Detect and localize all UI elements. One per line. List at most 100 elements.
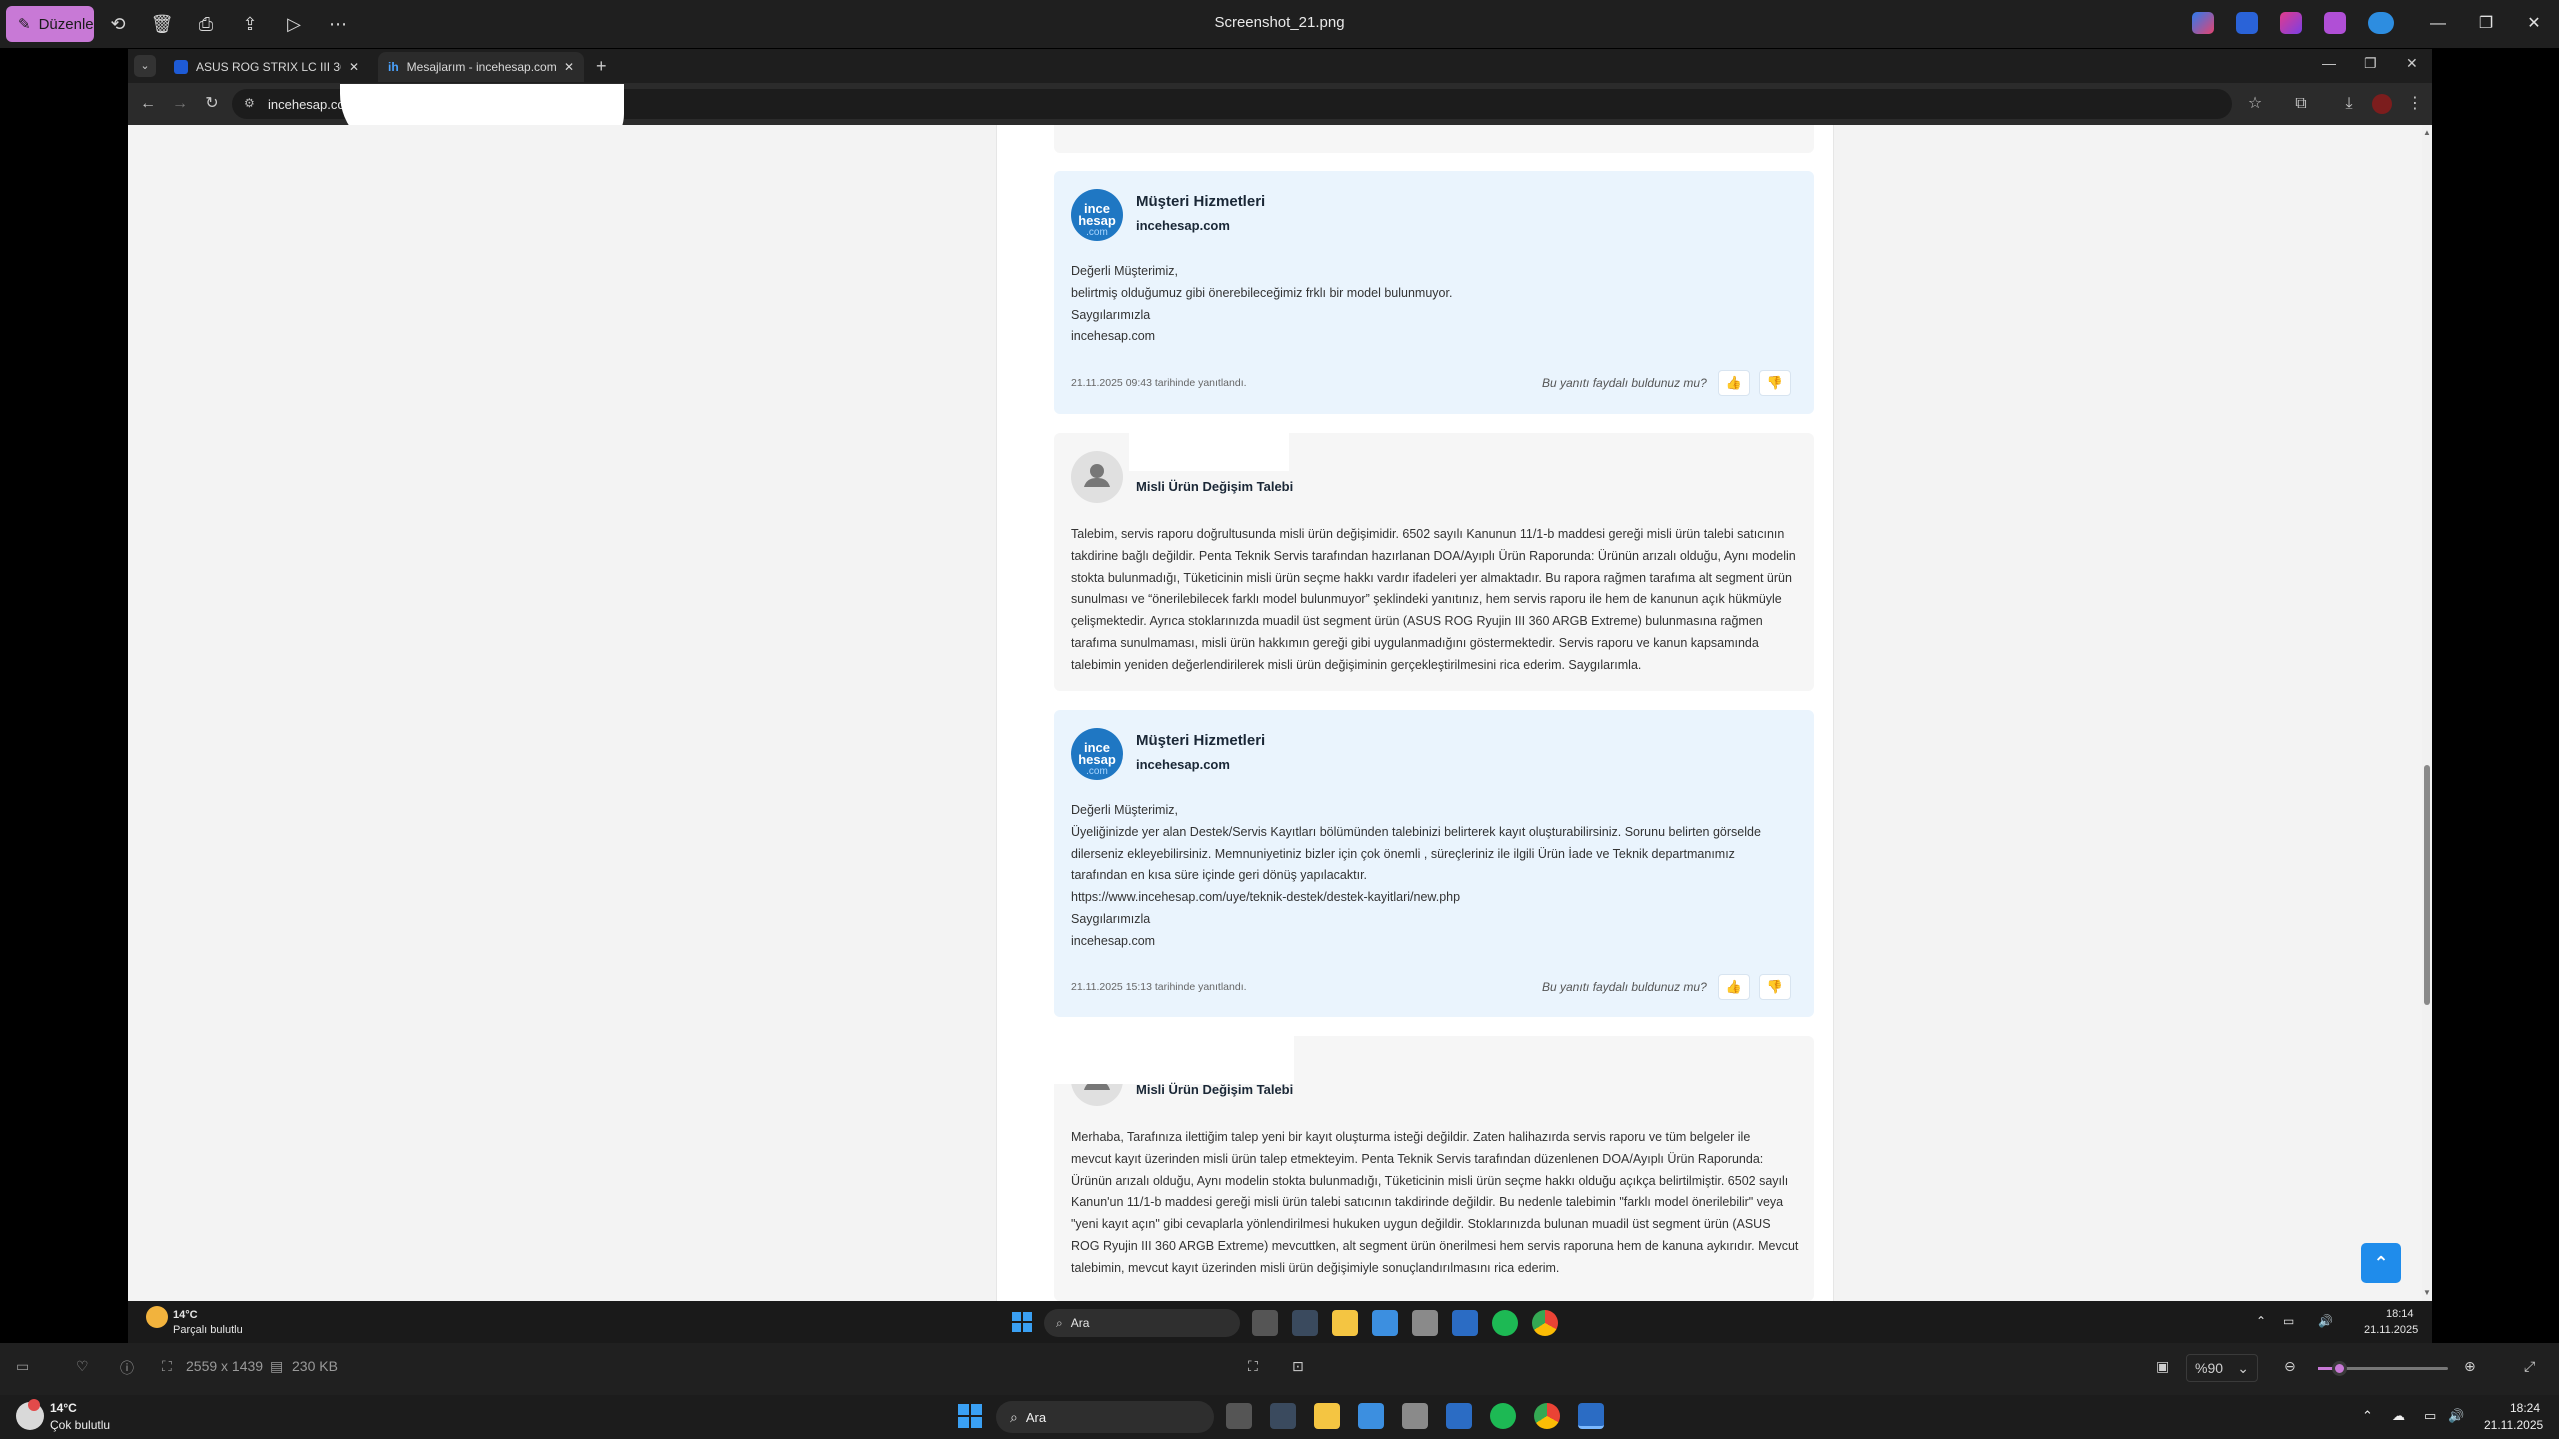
close-icon[interactable]: ✕ xyxy=(2522,12,2546,36)
tab-close-icon[interactable]: ✕ xyxy=(564,60,574,74)
file-explorer-icon[interactable] xyxy=(1314,1403,1340,1429)
photos-icon[interactable] xyxy=(1446,1403,1472,1429)
search-box[interactable]: ⌕ Ara xyxy=(996,1401,1214,1433)
volume-icon[interactable]: 🔊 xyxy=(2448,1408,2464,1424)
new-tab-icon[interactable]: + xyxy=(596,56,607,77)
helpful-question: Bu yanıtı faydalı buldunuz mu? xyxy=(1542,980,1707,994)
message-line: Değerli Müşterimiz, xyxy=(1071,803,1178,817)
zoom-out-icon[interactable]: ⊖ xyxy=(2284,1358,2296,1375)
reply-site: incehesap.com xyxy=(1136,218,1230,233)
site-info-icon[interactable]: ⚙ xyxy=(244,96,255,110)
visual-search-icon[interactable]: ⊡ xyxy=(1292,1358,1304,1375)
tab-search-icon[interactable]: ⌄ xyxy=(134,55,156,77)
viewer-bottom-bar xyxy=(0,1343,2559,1395)
onedrive-tray-icon[interactable]: ☁ xyxy=(2392,1408,2405,1424)
spotify-icon[interactable] xyxy=(1490,1403,1516,1429)
message-line: "yeni kayıt açın" gibi cevaplarla yönlen… xyxy=(1071,1217,1771,1232)
tab-messages[interactable]: ih Mesajlarım - incehesap.com ✕ xyxy=(378,52,584,82)
helpful-question: Bu yanıtı faydalı buldunuz mu? xyxy=(1542,376,1707,390)
copilot-icon[interactable] xyxy=(2192,12,2214,34)
search-icon: ⌕ xyxy=(1056,1315,1063,1330)
tab-close-icon[interactable]: ✕ xyxy=(349,60,359,74)
tray-chevron-icon[interactable]: ⌃ xyxy=(2362,1408,2373,1424)
photos-viewer-active-icon[interactable] xyxy=(1578,1403,1604,1429)
zoom-in-icon[interactable]: ⊕ xyxy=(2464,1358,2476,1375)
task-view-icon[interactable] xyxy=(1226,1403,1252,1429)
settings-icon[interactable] xyxy=(1402,1403,1428,1429)
photos-icon[interactable] xyxy=(1452,1310,1478,1336)
forward-icon[interactable]: → xyxy=(169,93,191,115)
clipchamp-icon[interactable] xyxy=(2280,12,2302,34)
scroll-thumb[interactable] xyxy=(2424,765,2430,1005)
download-icon[interactable]: ⤓ xyxy=(2338,93,2360,115)
mail-icon[interactable] xyxy=(1358,1403,1384,1429)
message-line: Kanun'un 11/1-b maddesi gereği misli ürü… xyxy=(1071,1195,1784,1210)
thumbs-up-button[interactable]: 👍 xyxy=(1718,974,1750,1000)
zoom-select[interactable]: %90 ⌄ xyxy=(2186,1354,2258,1382)
reply-site: incehesap.com xyxy=(1136,757,1230,772)
zoom-slider[interactable] xyxy=(2318,1361,2448,1376)
minimize-icon[interactable]: — xyxy=(2426,12,2450,36)
message-line: ROG Ryujin III 360 ARGB Extreme) mevcutt… xyxy=(1071,1238,1799,1253)
reply-date: 21.11.2025 09:43 tarihinde yanıtlandı. xyxy=(1071,377,1247,389)
crop-icon[interactable]: ⛶ xyxy=(1248,1358,1258,1375)
start-icon[interactable] xyxy=(1012,1312,1032,1332)
filmstrip-icon[interactable]: ▭ xyxy=(16,1358,29,1375)
message-line: talebimin yeniden değerlendirilerek misl… xyxy=(1071,657,1642,672)
info-icon[interactable]: ⓘ xyxy=(120,1358,134,1378)
back-to-top-button[interactable]: ⌃ xyxy=(2361,1243,2401,1283)
spotify-icon[interactable] xyxy=(1492,1310,1518,1336)
scroll-up-icon[interactable]: ▲ xyxy=(2423,128,2431,137)
tab-title: Mesajlarım - incehesap.com xyxy=(406,60,556,74)
browser-minimize-icon[interactable]: — xyxy=(2322,55,2336,71)
chrome-icon[interactable] xyxy=(1534,1403,1560,1429)
message-line: talebimin, mevcut kayıt üzerinden misli … xyxy=(1071,1260,1560,1275)
scroll-down-icon[interactable]: ▼ xyxy=(2423,1288,2431,1297)
photos-app-icon[interactable] xyxy=(2324,12,2346,34)
extensions-icon[interactable]: ⧉ xyxy=(2290,93,2312,115)
page-scrollbar[interactable] xyxy=(2422,125,2432,1301)
network-icon[interactable]: ▭ xyxy=(2424,1408,2436,1424)
app-icon[interactable] xyxy=(1270,1403,1296,1429)
favorite-heart-icon[interactable]: ♡ xyxy=(76,1358,89,1375)
incehesap-logo: ince hesap .com xyxy=(1071,189,1123,241)
user-message-card: Misli Ürün Değişim Talebi Merhaba, Taraf… xyxy=(1054,1036,1814,1301)
fit-screen-icon[interactable]: ▣ xyxy=(2156,1358,2169,1375)
back-icon[interactable]: ← xyxy=(137,93,159,115)
volume-icon[interactable]: 🔊 xyxy=(2318,1314,2333,1328)
url-text: incehesap.co xyxy=(268,96,345,112)
search-box[interactable]: ⌕ Ara xyxy=(1044,1309,1240,1337)
message-line: mevcut kayıt üzerinden misli ürün talep … xyxy=(1071,1151,1764,1166)
reload-icon[interactable]: ↻ xyxy=(201,93,223,115)
bookmark-star-icon[interactable]: ☆ xyxy=(2244,93,2266,115)
task-view-icon[interactable] xyxy=(1252,1310,1278,1336)
thumbs-down-button[interactable]: 👎 xyxy=(1759,974,1791,1000)
settings-icon[interactable] xyxy=(1412,1310,1438,1336)
weather-temp: 14°C xyxy=(50,1401,77,1415)
file-size: 230 KB xyxy=(292,1358,338,1374)
file-explorer-icon[interactable] xyxy=(1332,1310,1358,1336)
onedrive-icon[interactable] xyxy=(2368,12,2394,34)
tray-chevron-icon[interactable]: ⌃ xyxy=(2256,1314,2266,1328)
weather-temp: 14°C xyxy=(173,1309,198,1321)
mail-icon[interactable] xyxy=(1372,1310,1398,1336)
browser-close-icon[interactable]: ✕ xyxy=(2406,55,2418,72)
fullscreen-icon[interactable]: ⤢ xyxy=(2524,1358,2535,1375)
chrome-icon[interactable] xyxy=(1532,1310,1558,1336)
start-icon[interactable] xyxy=(958,1404,982,1428)
network-icon[interactable]: ▭ xyxy=(2283,1314,2294,1328)
screenshot-taskbar xyxy=(128,1301,2432,1343)
thumbs-up-button[interactable]: 👍 xyxy=(1718,370,1750,396)
browser-menu-icon[interactable]: ⋮ xyxy=(2404,93,2426,115)
support-link[interactable]: https://www.incehesap.com/uye/teknik-des… xyxy=(1071,887,1761,909)
file-size-icon: ▤ xyxy=(270,1358,284,1374)
zoom-slider-thumb[interactable] xyxy=(2332,1361,2347,1376)
message-line: çelişmektedir. Ayrıca stoklarınızda muad… xyxy=(1071,614,1763,629)
restore-icon[interactable]: ❐ xyxy=(2474,12,2498,36)
tab-asus[interactable]: ASUS ROG STRIX LC III 360 sıvı ✕ xyxy=(164,52,374,82)
designer-icon[interactable] xyxy=(2236,12,2258,34)
profile-avatar[interactable] xyxy=(2372,94,2392,114)
thumbs-down-button[interactable]: 👎 xyxy=(1759,370,1791,396)
app-icon[interactable] xyxy=(1292,1310,1318,1336)
browser-restore-icon[interactable]: ❐ xyxy=(2364,55,2377,72)
